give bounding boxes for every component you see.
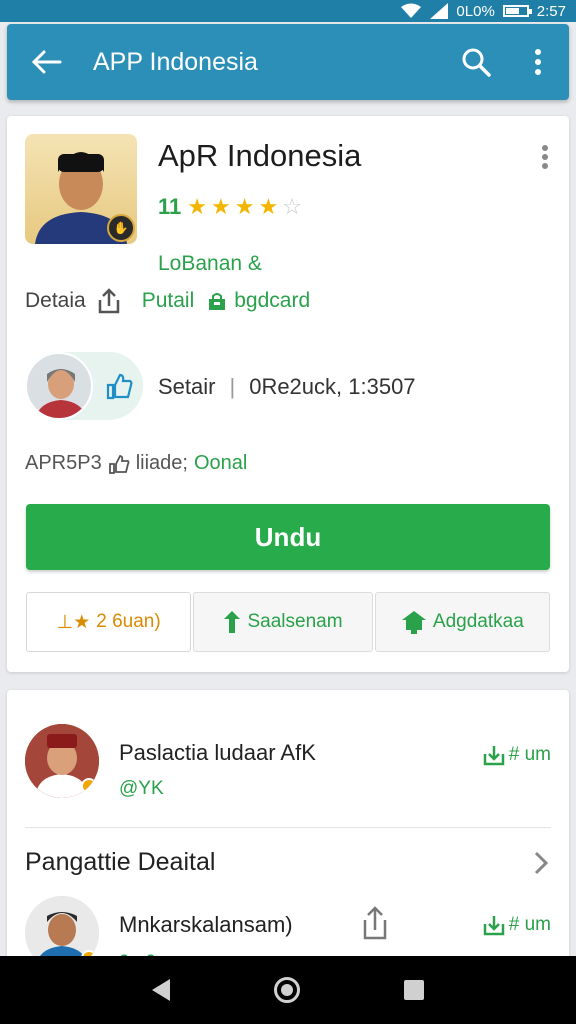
app-icon: ✋ — [25, 134, 137, 244]
rating-row: 11 ★ ★ ★ ★ ☆ — [158, 194, 302, 220]
meta-row: APR5P3 liiade; Oonal — [25, 452, 247, 475]
upload-icon — [224, 611, 241, 633]
nav-back-icon[interactable] — [152, 979, 170, 1001]
star-icon: ⊥★ — [56, 611, 91, 633]
app-bar: APP Indonesia — [7, 24, 569, 100]
star-icon: ★ — [211, 194, 231, 219]
install-button[interactable]: Undu — [26, 504, 550, 570]
divider — [25, 827, 551, 828]
download-icon — [401, 611, 426, 634]
section-title[interactable]: Pangattie Deaital — [25, 848, 215, 877]
item-install-label: # um — [508, 744, 551, 765]
status-bar: 0L0% 2:57 — [0, 0, 576, 22]
item-title: Paslactia ludaar AfK — [119, 740, 316, 765]
nav-home-icon[interactable] — [274, 977, 300, 1003]
developer-link[interactable]: LoBanan & — [158, 252, 262, 276]
meta-green[interactable]: Oonal — [194, 452, 247, 475]
share-label: Saalsenam — [247, 611, 343, 632]
app-name: ApR Indonesia — [158, 138, 362, 173]
related-list-card: Paslactia ludaar AfK @YK # um Pangattie … — [7, 690, 569, 990]
item-subtitle: @YK — [119, 778, 164, 799]
rating-number: 11 — [158, 194, 182, 219]
lock-icon — [209, 293, 226, 310]
thumbs-up-icon — [106, 373, 133, 400]
app-badge-icon: ✋ — [107, 214, 135, 242]
app-detail-card: ✋ ApR Indonesia 11 ★ ★ ★ ★ ☆ LoBanan & D… — [7, 116, 569, 672]
add-label: Adgdatkaa — [432, 611, 524, 632]
thumbs-up-icon — [108, 454, 130, 474]
detail-label: Detaia — [25, 289, 86, 312]
battery-text: 0L0% — [456, 2, 495, 20]
download-icon — [483, 746, 504, 766]
search-button[interactable] — [445, 24, 507, 100]
item-install-label: # um — [508, 914, 551, 935]
wifi-icon — [401, 3, 422, 18]
battery-icon — [502, 5, 532, 17]
status-badge — [81, 778, 97, 794]
more-vert-icon[interactable] — [535, 142, 555, 172]
stats-label: Setair — [158, 374, 216, 399]
clock: 2:57 — [536, 2, 566, 20]
star-icon: ★ — [187, 194, 207, 219]
stats-separator: | — [229, 374, 236, 399]
back-arrow-icon — [32, 50, 62, 74]
meta-prefix: APR5P3 — [25, 452, 102, 474]
detail-row: Detaia Putail bgdcard — [25, 288, 310, 314]
more-vert-icon — [535, 49, 541, 75]
system-nav-bar — [0, 956, 576, 1024]
add-button[interactable]: Adgdatkaa — [374, 592, 550, 652]
reviewer-pill[interactable] — [25, 352, 143, 420]
share-icon[interactable] — [96, 288, 122, 314]
list-item[interactable]: Paslactia ludaar AfK @YK # um — [25, 724, 551, 804]
item-install-button[interactable]: # um — [483, 744, 551, 766]
action-row: ⊥★ 2 6uan) Saalsenam Adgdatkaa — [26, 592, 550, 652]
item-title: Mnkarskalansam) — [119, 912, 293, 937]
nav-recents-icon[interactable] — [404, 980, 424, 1000]
share-button[interactable]: Saalsenam — [193, 592, 373, 652]
person-avatar-icon — [35, 369, 87, 418]
meta-mid: liiade; — [135, 452, 188, 474]
stats-value: 0Re2uck, 1:3507 — [249, 374, 416, 399]
app-bar-title: APP Indonesia — [93, 47, 258, 76]
wishlist-label: 2 6uan) — [96, 611, 161, 632]
avatar — [25, 352, 93, 420]
search-icon — [462, 48, 491, 77]
star-icon: ★ — [258, 194, 279, 219]
detail-link-1[interactable]: Putail — [142, 289, 195, 313]
star-icon: ★ — [234, 194, 255, 219]
item-install-button[interactable]: # um — [483, 914, 551, 936]
wishlist-button[interactable]: ⊥★ 2 6uan) — [26, 592, 192, 652]
download-icon — [483, 916, 504, 936]
star-empty-icon: ☆ — [282, 194, 302, 219]
signal-icon — [430, 3, 449, 19]
stats-row: Setair | 0Re2uck, 1:3507 — [158, 374, 416, 400]
back-button[interactable] — [7, 24, 87, 100]
overflow-menu-button[interactable] — [507, 24, 569, 100]
avatar — [25, 724, 99, 798]
share-icon[interactable] — [361, 906, 389, 940]
chevron-right-icon[interactable] — [531, 848, 551, 878]
detail-link-2[interactable]: bgdcard — [234, 289, 310, 313]
